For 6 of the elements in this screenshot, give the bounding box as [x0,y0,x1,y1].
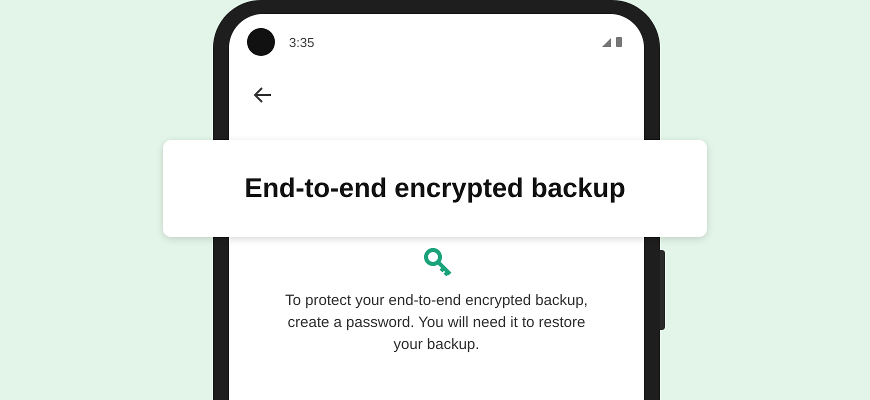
banner-title: End-to-end encrypted backup [244,173,626,204]
status-time: 3:35 [289,34,316,50]
signal-battery-icon [602,36,624,48]
camera-icon [247,28,275,56]
key-icon [424,248,454,276]
description-text: To protect your end-to-end encrypted backup, create a password. You will need it to restore your backup. [284,291,589,355]
